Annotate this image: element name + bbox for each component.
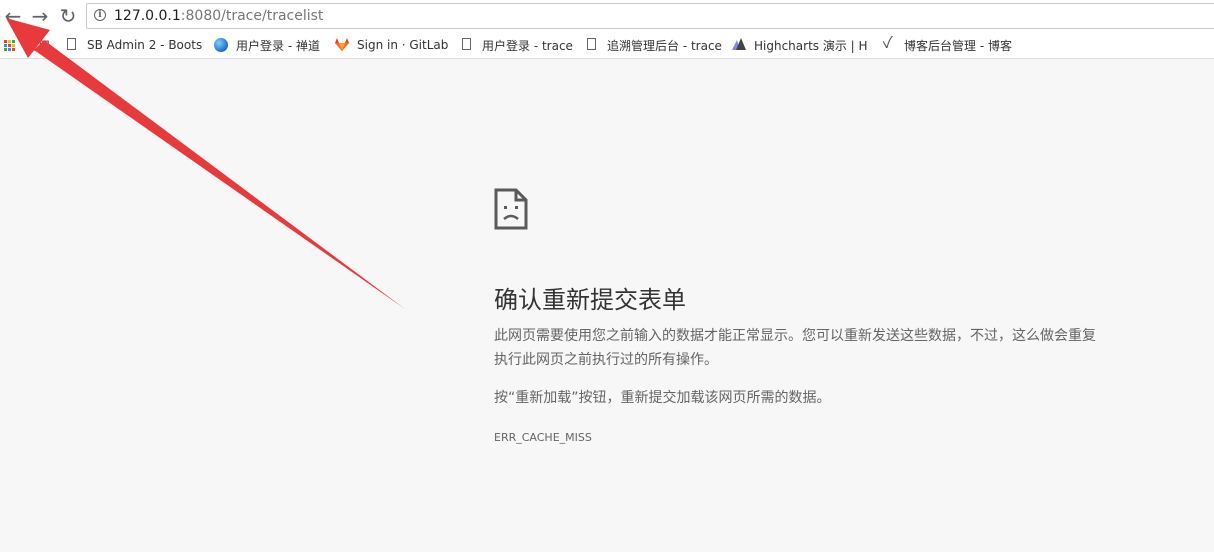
error-code: ERR_CACHE_MISS [494, 431, 592, 444]
forward-button[interactable]: → [28, 4, 52, 28]
browser-chrome: ← → ↻ i 127.0.0.1:8080/trace/tracelist 应… [0, 0, 1214, 59]
bookmark-zentao[interactable]: 用户登录 - 禅道 [214, 36, 329, 54]
page-icon [460, 38, 474, 52]
gitlab-icon [335, 38, 349, 52]
arrow-left-icon: ← [4, 4, 22, 28]
bookmark-label: Sign in · GitLab [357, 38, 449, 52]
page-icon [65, 38, 79, 52]
bookmarks-bar: 应用 SB Admin 2 - Boots 用户登录 - 禅道 Sign in … [0, 33, 1214, 57]
bookmark-highcharts[interactable]: Highcharts 演示 | Hi [732, 36, 868, 54]
bookmark-blog-admin[interactable]: ꪜ 博客后台管理 - 博客 [882, 36, 1020, 54]
arrow-right-icon: → [31, 4, 49, 28]
info-icon[interactable]: i [94, 9, 106, 21]
error-description: 此网页需要使用您之前输入的数据才能正常显示。您可以重新发送这些数据，不过，这么做… [494, 328, 1096, 368]
bookmark-label: 博客后台管理 - 博客 [904, 38, 1012, 53]
bookmark-label: 用户登录 - 禅道 [236, 38, 320, 53]
globe-icon [214, 38, 228, 52]
blog-icon: ꪜ [882, 37, 892, 52]
annotation-arrow [6, 18, 405, 309]
annotation-arrow-shaft [34, 40, 405, 309]
apps-icon [4, 38, 18, 52]
bookmark-label: 追溯管理后台 - trace [607, 38, 722, 53]
reload-button[interactable]: ↻ [56, 4, 80, 28]
bookmark-label: 应用 [26, 38, 51, 53]
url-text[interactable]: 127.0.0.1:8080/trace/tracelist [114, 8, 323, 24]
bookmark-label: Highcharts 演示 | Hi [754, 38, 868, 53]
bookmark-trace-login[interactable]: 用户登录 - trace [460, 36, 578, 54]
address-bar[interactable]: i 127.0.0.1:8080/trace/tracelist [86, 3, 1214, 29]
url-path: :8080/trace/tracelist [180, 8, 324, 24]
bookmark-trace-admin[interactable]: 追溯管理后台 - trace [585, 36, 725, 54]
page-icon [585, 38, 599, 52]
browser-toolbar: ← → ↻ i 127.0.0.1:8080/trace/tracelist [0, 0, 1214, 32]
url-host: 127.0.0.1 [114, 8, 181, 24]
bookmark-sb-admin[interactable]: SB Admin 2 - Boots [65, 36, 205, 54]
reload-icon: ↻ [59, 4, 77, 28]
bookmark-apps[interactable]: 应用 [4, 36, 64, 54]
bookmark-label: SB Admin 2 - Boots [87, 38, 203, 52]
back-button[interactable]: ← [1, 4, 25, 28]
sad-document-icon [494, 188, 528, 230]
error-hint: 按“重新加载”按钮，重新提交加载该网页所需的数据。 [494, 390, 831, 406]
bookmark-label: 用户登录 - trace [482, 38, 573, 53]
error-title: 确认重新提交表单 [494, 286, 686, 314]
highcharts-icon [732, 38, 746, 52]
bookmark-gitlab[interactable]: Sign in · GitLab [335, 36, 453, 54]
